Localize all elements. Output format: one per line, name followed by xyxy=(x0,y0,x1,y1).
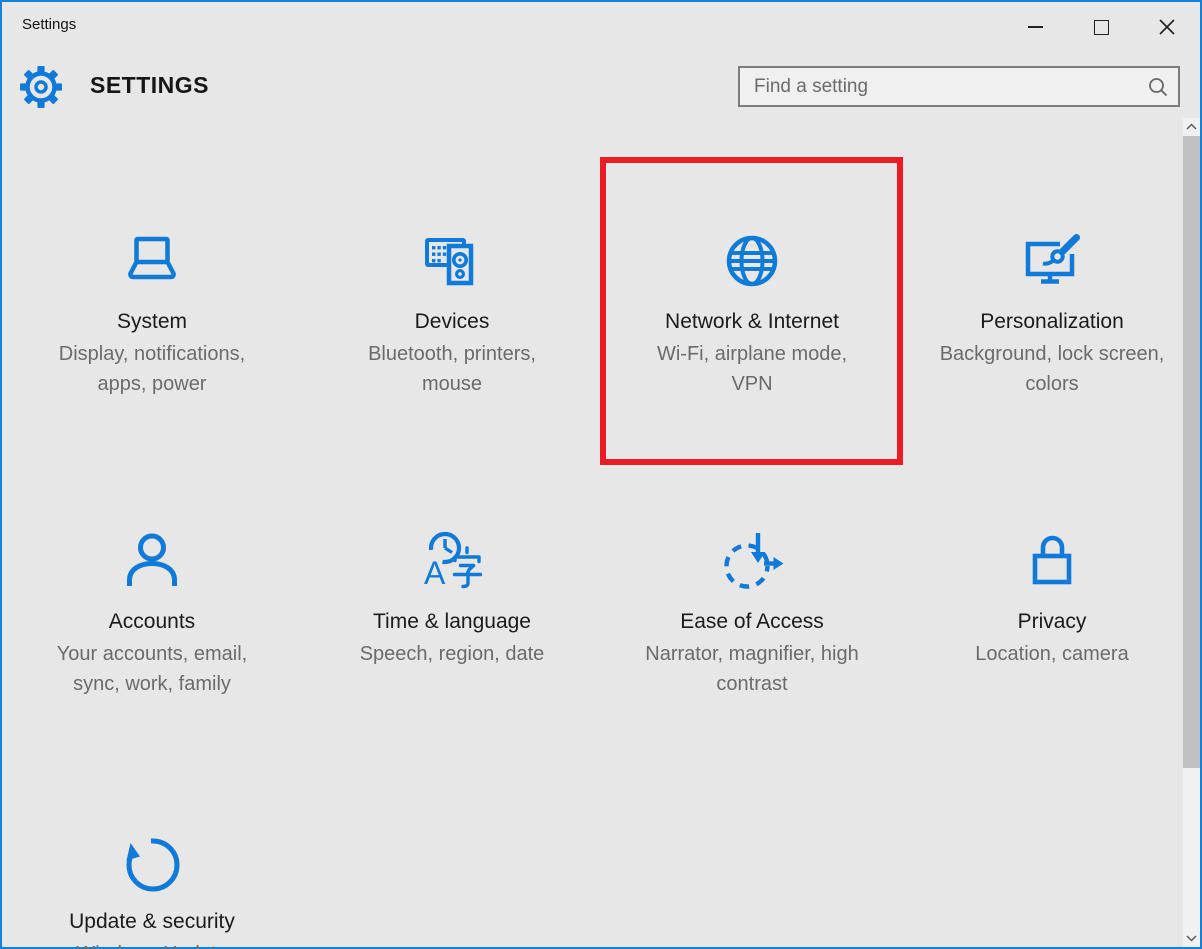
gear-icon xyxy=(19,65,63,109)
tile-label: Accounts xyxy=(109,608,195,636)
tile-description: Display, notifications, apps, power xyxy=(36,339,268,399)
maximize-button[interactable] xyxy=(1068,10,1134,44)
tile-network-internet[interactable]: Network & Internet Wi-Fi, airplane mode,… xyxy=(602,162,902,462)
tile-time-language[interactable]: A Time & language Speech, region, date xyxy=(302,462,602,762)
svg-text:A: A xyxy=(424,555,446,591)
tile-devices[interactable]: Devices Bluetooth, printers, mouse xyxy=(302,162,602,462)
settings-window: { "window": { "title": "Settings", "cont… xyxy=(0,0,1202,949)
scroll-down-button[interactable] xyxy=(1183,930,1200,947)
tile-description: Location, camera xyxy=(936,639,1168,669)
window-controls xyxy=(1002,10,1200,44)
close-icon xyxy=(1158,18,1176,36)
tile-label: Time & language xyxy=(373,608,531,636)
tile-label: Update & security xyxy=(69,908,235,936)
vertical-scrollbar xyxy=(1183,118,1200,947)
scroll-up-button[interactable] xyxy=(1183,118,1200,135)
tile-label: System xyxy=(117,308,187,336)
tile-privacy[interactable]: Privacy Location, camera xyxy=(902,462,1202,762)
globe-icon xyxy=(720,230,784,294)
tile-label: Personalization xyxy=(980,308,1124,336)
titlebar: Settings xyxy=(2,2,1200,48)
tile-ease-of-access[interactable]: Ease of Access Narrator, magnifier, high… xyxy=(602,462,902,762)
search-input[interactable] xyxy=(740,76,1138,98)
tile-description: Narrator, magnifier, high contrast xyxy=(636,639,868,699)
minimize-icon xyxy=(1028,26,1043,28)
settings-tile-grid: System Display, notifications, apps, pow… xyxy=(2,162,1202,949)
tile-update-security[interactable]: Update & security Windows Update xyxy=(2,762,302,949)
refresh-arrow-icon xyxy=(120,830,184,894)
tile-personalization[interactable]: Personalization Background, lock screen,… xyxy=(902,162,1202,462)
keyboard-speaker-icon xyxy=(420,230,484,294)
window-title: Settings xyxy=(22,16,1002,33)
tile-system[interactable]: System Display, notifications, apps, pow… xyxy=(2,162,302,462)
tile-label: Privacy xyxy=(1018,608,1087,636)
clock-language-icon: A xyxy=(420,530,484,594)
lock-icon xyxy=(1020,530,1084,594)
magnifier-icon[interactable] xyxy=(1138,76,1178,98)
minimize-button[interactable] xyxy=(1002,10,1068,44)
chevron-down-icon xyxy=(1186,935,1197,942)
tile-description: Wi-Fi, airplane mode, VPN xyxy=(636,339,868,399)
tile-label: Ease of Access xyxy=(680,608,824,636)
tile-description: Background, lock screen, colors xyxy=(936,339,1168,399)
maximize-icon xyxy=(1094,20,1109,35)
search-box xyxy=(738,66,1180,107)
laptop-icon xyxy=(120,230,184,294)
tile-description: Windows Update xyxy=(36,939,268,949)
scrollbar-thumb[interactable] xyxy=(1183,136,1200,768)
tile-accounts[interactable]: Accounts Your accounts, email, sync, wor… xyxy=(2,462,302,762)
tile-description: Speech, region, date xyxy=(336,639,568,669)
person-icon xyxy=(120,530,184,594)
close-button[interactable] xyxy=(1134,10,1200,44)
chevron-up-icon xyxy=(1186,123,1197,130)
page-title: SETTINGS xyxy=(90,72,209,99)
tile-description: Bluetooth, printers, mouse xyxy=(336,339,568,399)
tile-label: Network & Internet xyxy=(665,308,839,336)
monitor-brush-icon xyxy=(1020,230,1084,294)
tile-label: Devices xyxy=(415,308,490,336)
tile-description: Your accounts, email, sync, work, family xyxy=(36,639,268,699)
dashed-clock-arrows-icon xyxy=(720,530,784,594)
